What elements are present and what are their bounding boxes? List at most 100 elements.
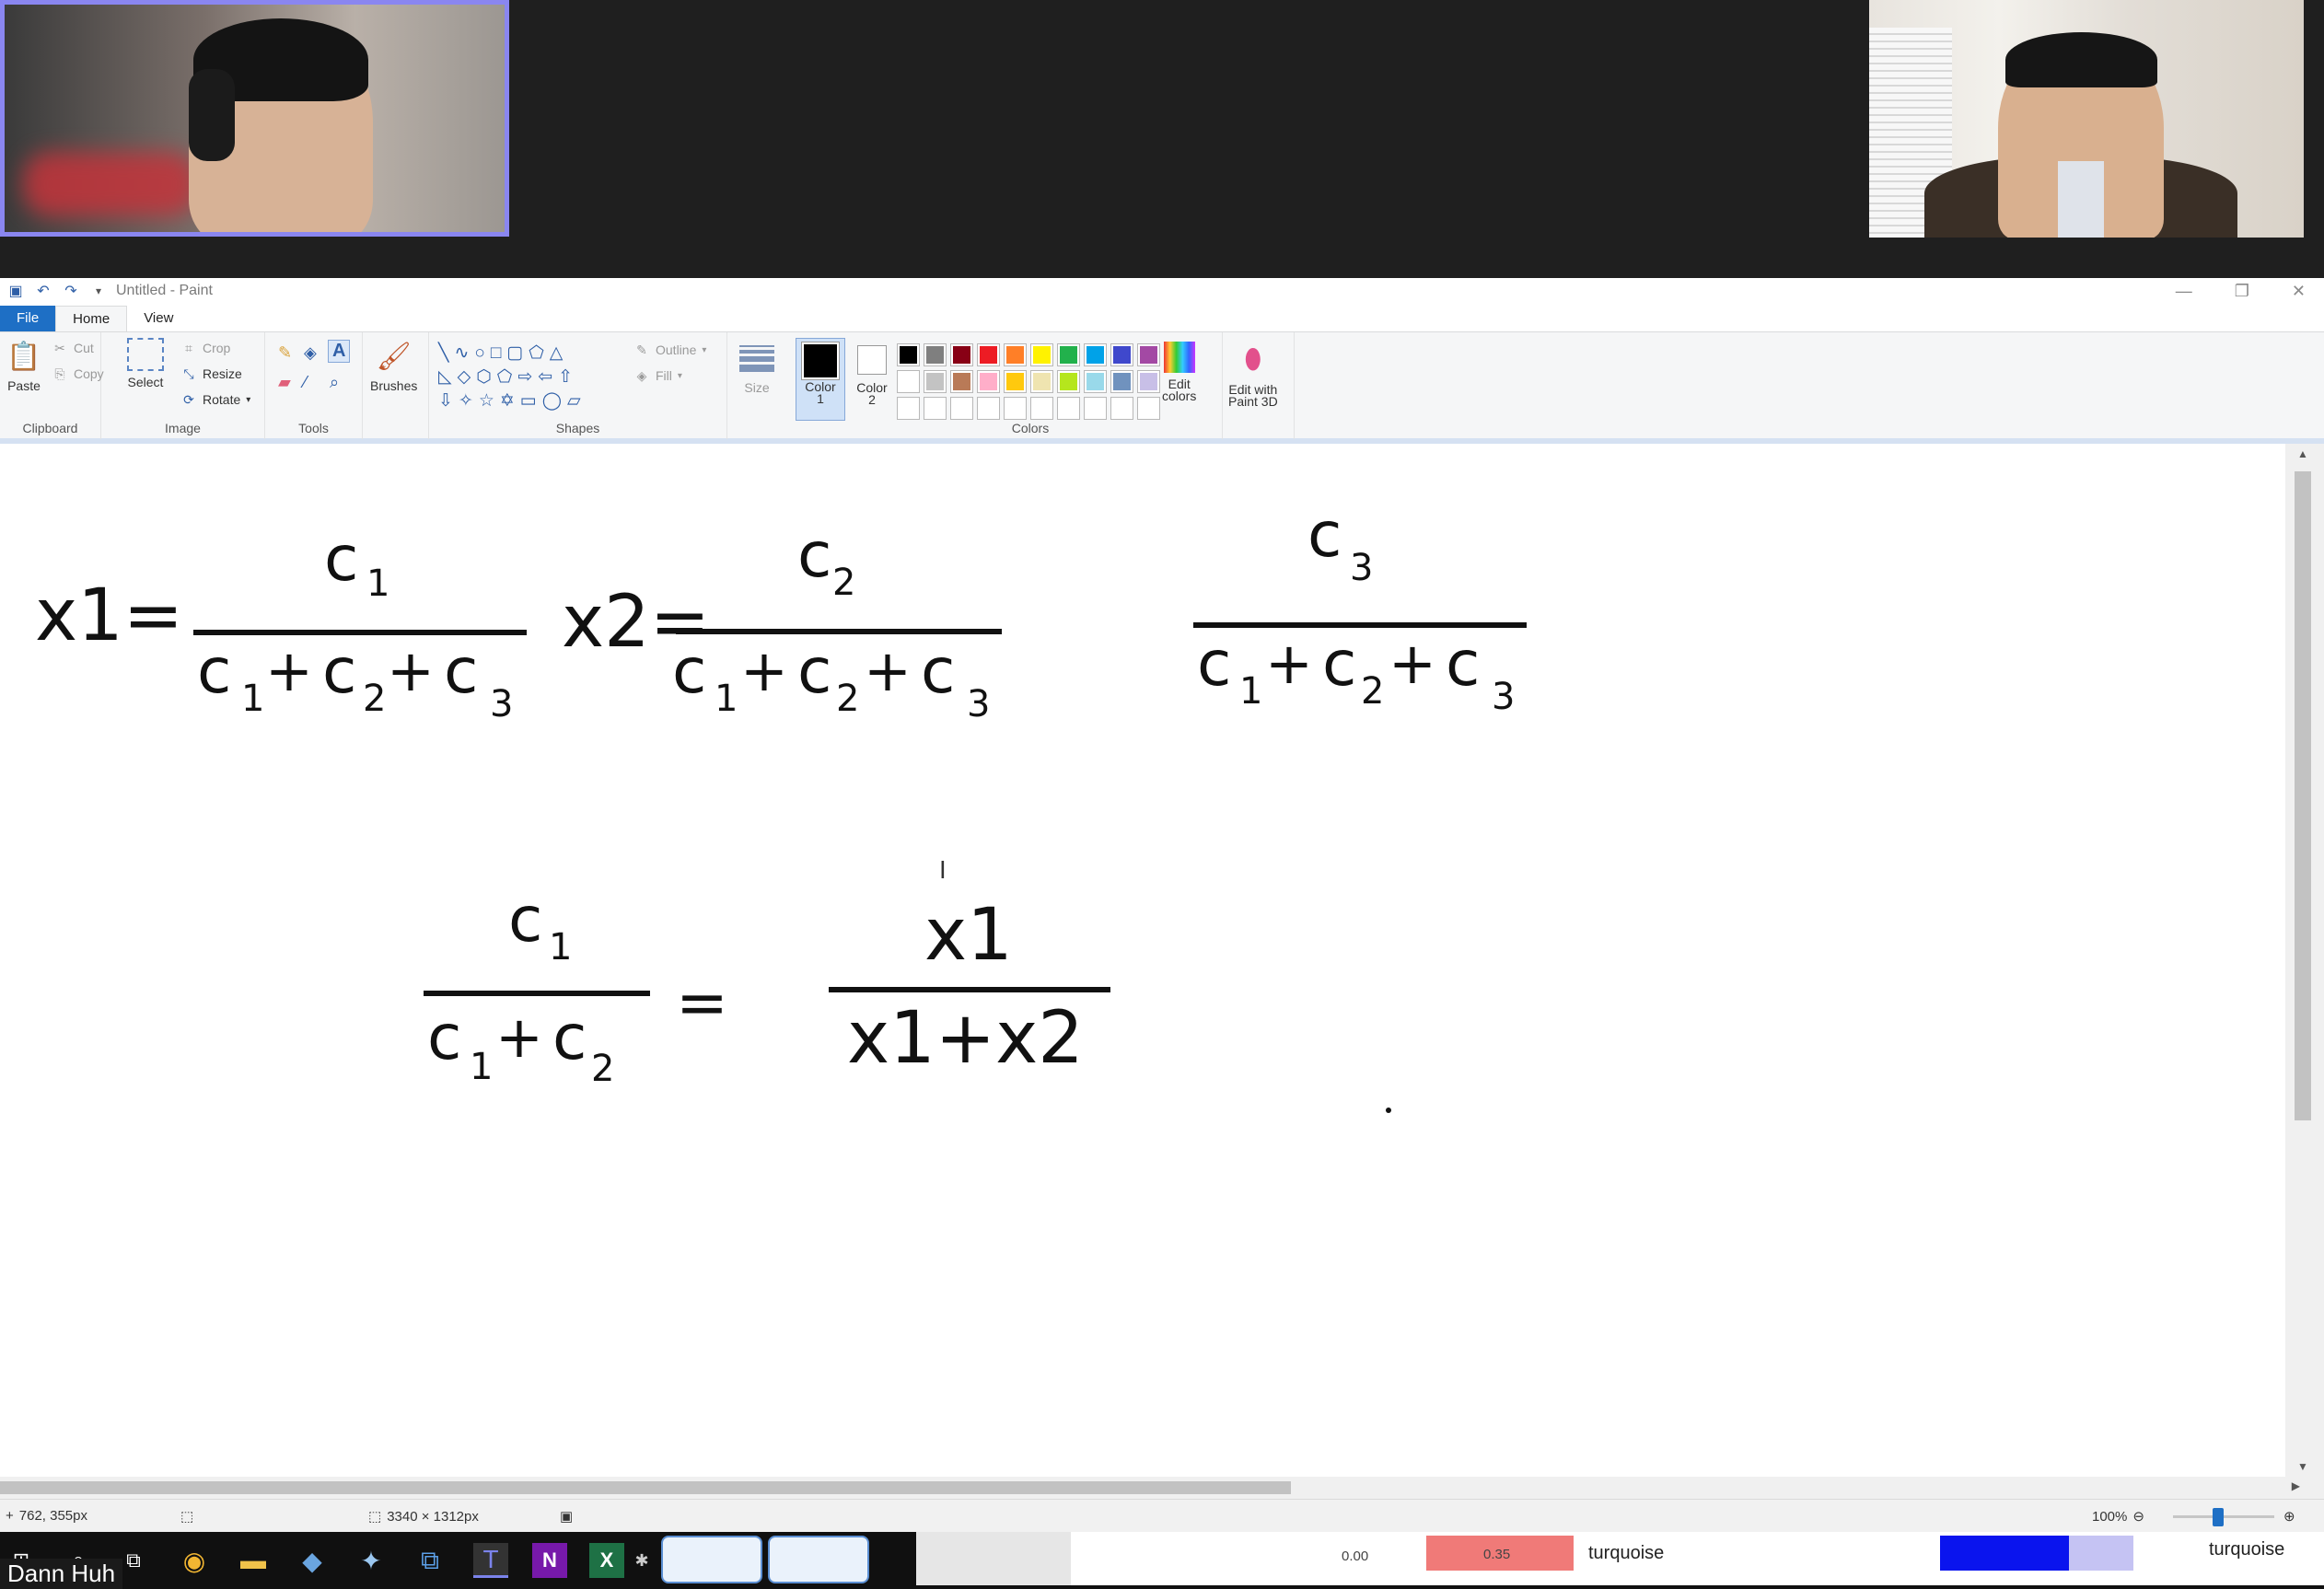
fill-button[interactable]: ◈ Fill ▾ [633, 367, 682, 384]
palette-swatch[interactable] [1137, 370, 1160, 393]
undo-icon[interactable]: ↶ [35, 283, 52, 299]
pencil-icon[interactable]: ✎ [278, 343, 292, 363]
excel-icon[interactable]: X [589, 1543, 624, 1578]
file-explorer-icon[interactable]: ▬ [236, 1543, 271, 1578]
group-label-tools: Tools [298, 421, 329, 435]
color2-button[interactable]: Color 2 [847, 338, 897, 421]
palette-swatch[interactable] [1084, 397, 1107, 420]
palette-swatch[interactable] [1057, 343, 1080, 366]
teams-icon[interactable]: T [473, 1543, 508, 1578]
vertical-scrollbar[interactable]: ▲ ▼ [2285, 444, 2324, 1477]
palette-swatch[interactable] [1030, 370, 1053, 393]
palette-swatch[interactable] [924, 397, 947, 420]
taskbar-pin-icon[interactable]: ✱ [624, 1543, 659, 1578]
vertical-scroll-thumb[interactable] [2295, 471, 2311, 1120]
zoom-slider-thumb[interactable] [2213, 1508, 2224, 1526]
palette-swatch[interactable] [950, 343, 973, 366]
tab-home[interactable]: Home [55, 306, 128, 331]
thumbnail-preview-2[interactable] [768, 1536, 869, 1583]
thumbnail-preview-1[interactable] [661, 1536, 762, 1583]
tab-view[interactable]: View [127, 306, 190, 331]
palette-swatch[interactable] [1057, 370, 1080, 393]
palette-swatch[interactable] [1110, 343, 1133, 366]
canvas-size-icon: ⬚ [368, 1509, 382, 1525]
palette-swatch[interactable] [897, 397, 920, 420]
participant-video-1[interactable] [0, 0, 509, 237]
palette-swatch[interactable] [1084, 343, 1107, 366]
palette-swatch[interactable] [1137, 343, 1160, 366]
crop-button[interactable]: ⌗ Crop [180, 340, 230, 356]
palette-swatch[interactable] [1110, 370, 1133, 393]
resize-button[interactable]: ⤡ Resize [180, 365, 241, 382]
rotate-button[interactable]: ⟳ Rotate ▾ [180, 391, 250, 408]
palette-swatch[interactable] [1004, 343, 1027, 366]
edit-colors-button[interactable]: Edit colors [1162, 342, 1196, 403]
edit-with-paint3d-button[interactable]: ⬮ Edit with Paint 3D [1228, 342, 1278, 409]
zoom-out-icon[interactable]: ⊖ [2132, 1508, 2144, 1525]
text-tool-icon[interactable]: A [328, 340, 351, 363]
palette-swatch[interactable] [1110, 397, 1133, 420]
shapes-gallery[interactable]: ╲∿○□▢⬠△ ◺◇⬡⬠⇨⇦⇧ ⇩✧☆✡▭◯▱ [438, 342, 622, 413]
horizontal-scrollbar[interactable]: ▶ [0, 1477, 2324, 1499]
cut-button[interactable]: ✂ Cut [52, 340, 94, 356]
color-picker-icon[interactable]: ⁄ [304, 373, 307, 392]
onenote-icon[interactable]: N [532, 1543, 567, 1578]
eq4-right-fraction-bar [829, 987, 1110, 992]
restore-icon[interactable]: ❐ [2235, 282, 2249, 301]
eq3-numerator: c [1307, 499, 1342, 572]
chrome-icon[interactable]: ◉ [177, 1543, 212, 1578]
select-button[interactable]: Select [127, 338, 164, 389]
palette-swatch[interactable] [897, 343, 920, 366]
palette-swatch[interactable] [950, 397, 973, 420]
network-app-icon[interactable]: ⧉ [413, 1543, 447, 1578]
participant-video-2[interactable] [1869, 0, 2304, 238]
group-label-shapes: Shapes [555, 421, 600, 435]
tab-file[interactable]: File [0, 306, 56, 331]
palette-swatch[interactable] [977, 397, 1000, 420]
palette-swatch[interactable] [1137, 397, 1160, 420]
window-title: Untitled - Paint [116, 283, 213, 298]
redo-icon[interactable]: ↷ [63, 283, 79, 299]
quick-access-toolbar: ▣ ↶ ↷ ▾ [0, 278, 107, 304]
paste-button[interactable]: 📋 Paste [6, 338, 42, 394]
eq4-left-fraction-bar [424, 991, 650, 996]
customize-chevron-icon[interactable]: ▾ [90, 283, 107, 299]
svg-text:2: 2 [836, 678, 859, 720]
palette-swatch[interactable] [977, 370, 1000, 393]
palette-swatch[interactable] [1057, 397, 1080, 420]
close-icon[interactable]: ✕ [2292, 282, 2306, 301]
brush-icon: 🖌 [376, 341, 412, 372]
palette-swatch[interactable] [1030, 397, 1053, 420]
zoom-slider[interactable] [2173, 1515, 2274, 1518]
fill-bucket-icon[interactable]: ◈ [304, 343, 317, 363]
palette-swatch[interactable] [950, 370, 973, 393]
magnifier-icon[interactable]: ⌕ [330, 373, 339, 392]
svg-text:1: 1 [1239, 670, 1262, 713]
palette-swatch[interactable] [1004, 397, 1027, 420]
save-icon[interactable]: ▣ [7, 283, 24, 299]
color1-button[interactable]: Color 1 [796, 338, 845, 421]
palette-swatch[interactable] [897, 370, 920, 393]
text-cursor-icon: I [939, 857, 947, 885]
value-cell-1: 0.00 [1342, 1548, 1369, 1564]
palette-swatch[interactable] [1004, 370, 1027, 393]
palette-swatch[interactable] [1030, 343, 1053, 366]
zoom-in-icon[interactable]: ⊕ [2283, 1508, 2295, 1525]
horizontal-scroll-thumb[interactable] [0, 1481, 1291, 1494]
minimize-icon[interactable]: — [2176, 282, 2192, 301]
size-button[interactable]: Size [738, 340, 775, 395]
copy-button[interactable]: ⎘ Copy [52, 365, 103, 382]
palette-swatch[interactable] [924, 370, 947, 393]
palette-swatch[interactable] [977, 343, 1000, 366]
outline-button[interactable]: ✎ Outline ▾ [633, 342, 706, 358]
eraser-icon[interactable]: ▰ [278, 373, 291, 392]
eq4-right-numerator: x1 [924, 894, 1013, 977]
palette-swatch[interactable] [1084, 370, 1107, 393]
svg-text:c: c [1322, 628, 1356, 701]
palette-swatch[interactable] [924, 343, 947, 366]
drawing-canvas[interactable]: x1= c 1 c 1 + c 2 + c 3 x2= c 2 c 1 + c … [0, 444, 2285, 1477]
svg-text:2: 2 [1361, 670, 1384, 713]
app-icon[interactable]: ◆ [295, 1543, 330, 1578]
paint-icon[interactable]: ✦ [354, 1543, 389, 1578]
brushes-button[interactable]: 🖌 Brushes [370, 338, 417, 394]
